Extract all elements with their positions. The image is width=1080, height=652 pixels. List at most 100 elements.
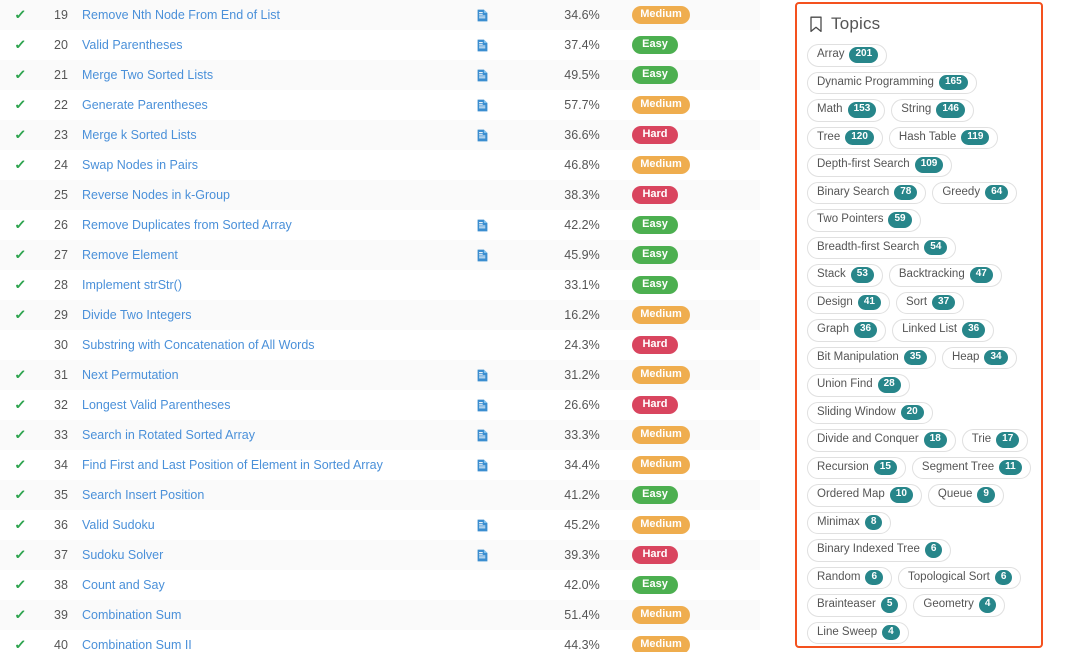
table-row[interactable]: ✓ 32 Longest Valid Parentheses 26.6% Hard <box>0 390 760 420</box>
table-row[interactable]: ✓ 28 Implement strStr() 33.1% Easy <box>0 270 760 300</box>
problem-title-link[interactable]: Next Permutation <box>82 368 179 382</box>
problem-title-link[interactable]: Remove Element <box>82 248 178 262</box>
topic-tag[interactable]: Topological Sort 6 <box>898 566 1022 590</box>
topic-tag[interactable]: Greedy 64 <box>932 181 1018 205</box>
table-row[interactable]: ✓ 26 Remove Duplicates from Sorted Array 42… <box>0 210 760 240</box>
topic-tag[interactable]: Line Sweep 4 <box>807 621 909 645</box>
problem-title-link[interactable]: Longest Valid Parentheses <box>82 398 230 412</box>
topic-tag[interactable]: Union Find 28 <box>807 374 910 397</box>
topic-tag-label: Two Pointers <box>817 213 884 226</box>
problem-title-link[interactable]: Implement strStr() <box>82 278 182 292</box>
topic-tag[interactable]: Bit Manipulation 35 <box>807 346 936 370</box>
topic-tag[interactable]: Breadth-first Search 54 <box>807 236 957 260</box>
problem-title-link[interactable]: Divide Two Integers <box>82 308 192 322</box>
article-document-icon[interactable] <box>477 248 488 262</box>
table-row[interactable]: ✓ 24 Swap Nodes in Pairs 46.8% Medium <box>0 150 760 180</box>
table-row[interactable]: ✓ 36 Valid Sudoku 45.2% Medium <box>0 510 760 540</box>
article-document-icon[interactable] <box>477 68 488 82</box>
article-document-icon[interactable] <box>477 38 488 52</box>
problem-title-link[interactable]: Find First and Last Position of Element … <box>82 458 383 472</box>
topic-tag[interactable]: Minimax 8 <box>807 511 892 535</box>
check-icon: ✓ <box>13 577 27 592</box>
topic-tag[interactable]: Queue 9 <box>927 484 1004 507</box>
topic-tag[interactable]: Binary Search 78 <box>807 181 927 205</box>
table-row[interactable]: ✓ 23 Merge k Sorted Lists 36.6% Hard <box>0 120 760 150</box>
topic-tag[interactable]: Graph 36 <box>807 319 887 342</box>
problem-title-link[interactable]: Remove Duplicates from Sorted Array <box>82 218 292 232</box>
table-row[interactable]: ✓ 38 Count and Say 42.0% Easy <box>0 570 760 600</box>
article-document-icon[interactable] <box>477 458 488 472</box>
problem-title-link[interactable]: Merge Two Sorted Lists <box>82 68 213 82</box>
table-row[interactable]: ✓ 31 Next Permutation 31.2% Medium <box>0 360 760 390</box>
topic-tag[interactable]: Divide and Conquer 18 <box>807 429 956 452</box>
table-row[interactable]: ✓ 40 Combination Sum II 44.3% Medium <box>0 630 760 652</box>
article-document-icon[interactable] <box>477 8 488 22</box>
table-row[interactable]: ✓ 29 Divide Two Integers 16.2% Medium <box>0 300 760 330</box>
topic-tag[interactable]: Ordered Map 10 <box>807 484 922 507</box>
topic-tag[interactable]: Backtracking 47 <box>888 264 1002 287</box>
solved-status-cell: ✓ <box>0 600 40 630</box>
article-document-icon[interactable] <box>477 218 488 232</box>
table-row[interactable]: ✓ 22 Generate Parentheses 57.7% Medium <box>0 90 760 120</box>
problem-title-link[interactable]: Generate Parentheses <box>82 98 208 112</box>
table-row[interactable]: 30 Substring with Concatenation of All Wo… <box>0 330 760 360</box>
check-icon: ✓ <box>13 397 27 412</box>
table-row[interactable]: ✓ 20 Valid Parentheses 37.4% Easy <box>0 30 760 60</box>
topic-tag[interactable]: Linked List 36 <box>892 319 995 342</box>
topic-tag[interactable]: Stack 53 <box>807 264 883 287</box>
difficulty-badge: Hard <box>632 186 678 204</box>
topic-tag[interactable]: Random 6 <box>807 566 893 590</box>
topic-tag[interactable]: Heap 34 <box>941 346 1017 370</box>
difficulty-cell: Easy <box>632 240 760 270</box>
problem-title-link[interactable]: Valid Sudoku <box>82 518 155 532</box>
problem-title-link[interactable]: Substring with Concatenation of All Word… <box>82 338 315 352</box>
article-document-icon[interactable] <box>477 128 488 142</box>
topic-tag-count: 78 <box>894 184 918 201</box>
problem-title-link[interactable]: Merge k Sorted Lists <box>82 128 197 142</box>
topic-tag[interactable]: Trie 17 <box>961 429 1029 452</box>
topic-tag[interactable]: Sliding Window 20 <box>807 401 933 425</box>
article-document-icon[interactable] <box>477 428 488 442</box>
problem-title-link[interactable]: Swap Nodes in Pairs <box>82 158 198 172</box>
table-row[interactable]: ✓ 19 Remove Nth Node From End of List 34.6%… <box>0 0 760 30</box>
article-document-icon[interactable] <box>477 368 488 382</box>
table-row[interactable]: ✓ 39 Combination Sum 51.4% Medium <box>0 600 760 630</box>
topic-tag[interactable]: Recursion 15 <box>807 456 906 480</box>
topic-tag[interactable]: Sort 37 <box>895 291 965 315</box>
article-document-icon[interactable] <box>477 98 488 112</box>
topic-tag[interactable]: Geometry 4 <box>913 594 1006 617</box>
topics-panel-title: Topics <box>831 14 881 33</box>
table-row[interactable]: ✓ 34 Find First and Last Position of Eleme… <box>0 450 760 480</box>
topic-tag[interactable]: Depth-first Search 109 <box>807 154 953 177</box>
topic-tag[interactable]: String 146 <box>891 99 974 122</box>
problem-title-link[interactable]: Valid Parentheses <box>82 38 183 52</box>
table-row[interactable]: 25 Reverse Nodes in k-Group 38.3% Hard <box>0 180 760 210</box>
topic-tag[interactable]: Brainteaser 5 <box>807 594 908 617</box>
topic-tag[interactable]: Array 201 <box>807 44 888 67</box>
topic-tag[interactable]: Hash Table 119 <box>888 126 999 150</box>
problem-title-link[interactable]: Sudoku Solver <box>82 548 163 562</box>
table-row[interactable]: ✓ 35 Search Insert Position 41.2% Easy <box>0 480 760 510</box>
table-row[interactable]: ✓ 21 Merge Two Sorted Lists 49.5% Easy <box>0 60 760 90</box>
topic-tag[interactable]: Segment Tree 11 <box>911 456 1031 480</box>
topic-tag[interactable]: Dynamic Programming 165 <box>807 71 977 95</box>
article-document-icon[interactable] <box>477 518 488 532</box>
topic-tag[interactable]: Binary Indexed Tree 6 <box>807 539 952 562</box>
problem-title-link[interactable]: Search in Rotated Sorted Array <box>82 428 255 442</box>
topic-tag[interactable]: Two Pointers 59 <box>807 209 921 232</box>
problem-title-link[interactable]: Count and Say <box>82 578 165 592</box>
problems-table: ✓ 19 Remove Nth Node From End of List 34.6%… <box>0 0 760 652</box>
topic-tag[interactable]: Tree 120 <box>807 126 883 150</box>
topic-tag[interactable]: Design 41 <box>807 291 890 315</box>
problem-title-link[interactable]: Combination Sum II <box>82 638 192 652</box>
table-row[interactable]: ✓ 27 Remove Element 45.9% Easy <box>0 240 760 270</box>
table-row[interactable]: ✓ 37 Sudoku Solver 39.3% Hard <box>0 540 760 570</box>
problem-title-link[interactable]: Remove Nth Node From End of List <box>82 8 280 22</box>
article-document-icon[interactable] <box>477 548 488 562</box>
problem-title-link[interactable]: Reverse Nodes in k-Group <box>82 188 230 202</box>
table-row[interactable]: ✓ 33 Search in Rotated Sorted Array 33.3% Me… <box>0 420 760 450</box>
problem-title-link[interactable]: Combination Sum <box>82 608 181 622</box>
problem-title-link[interactable]: Search Insert Position <box>82 488 204 502</box>
article-document-icon[interactable] <box>477 398 488 412</box>
topic-tag[interactable]: Math 153 <box>807 99 886 122</box>
